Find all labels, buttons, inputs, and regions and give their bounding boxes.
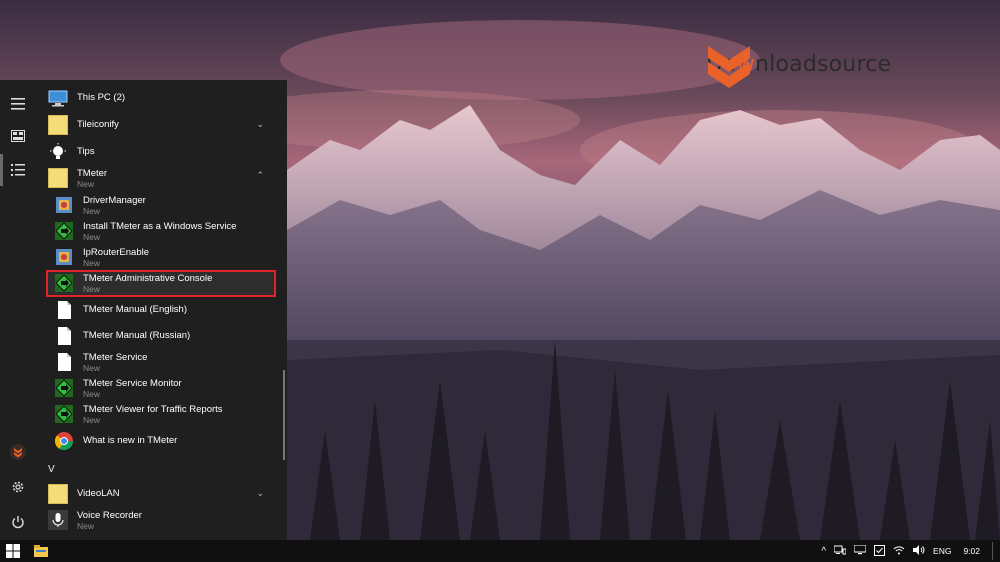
- new-badge: New: [83, 389, 101, 399]
- item-label: DriverManager: [83, 195, 146, 206]
- folder-icon: [48, 168, 68, 188]
- start-menu: This PC (2) Tileiconify ⌄ Tips TMeter Ne…: [0, 80, 287, 540]
- document-icon: [54, 326, 74, 346]
- list-item[interactable]: TMeter Service New: [54, 352, 284, 374]
- list-item[interactable]: TMeter Service Monitor New: [54, 378, 284, 400]
- list-item[interactable]: VideoLAN ⌄: [48, 484, 278, 504]
- list-item[interactable]: DriverManager New: [54, 195, 284, 217]
- list-item[interactable]: TMeter Manual (Russian): [54, 326, 284, 346]
- item-label: TMeter Service: [83, 352, 148, 363]
- folder-icon: [48, 484, 68, 504]
- document-icon: [54, 352, 74, 372]
- scrollbar[interactable]: [283, 370, 285, 460]
- microphone-icon: [48, 510, 68, 530]
- list-item[interactable]: TMeter Viewer for Traffic Reports New: [54, 404, 284, 426]
- wifi-icon[interactable]: [893, 545, 905, 557]
- display-icon[interactable]: [853, 544, 867, 557]
- item-label: TMeter: [77, 168, 108, 179]
- list-item[interactable]: Voice Recorder New: [48, 510, 278, 532]
- active-indicator: [0, 154, 3, 186]
- item-label: TMeter Administrative Console: [83, 273, 213, 284]
- notification-icon[interactable]: [874, 544, 886, 558]
- chevron-up-icon[interactable]: ^: [821, 546, 826, 557]
- new-badge: New: [83, 232, 101, 242]
- list-item[interactable]: IpRouterEnable New: [54, 247, 284, 269]
- chevron-up-icon[interactable]: ⌃: [256, 170, 264, 181]
- document-icon: [54, 300, 74, 320]
- taskbar: ^ ENG 9:02: [0, 540, 1000, 562]
- item-label: Install TMeter as a Windows Service: [83, 221, 237, 232]
- chevron-down-icon[interactable]: ⌄: [256, 119, 264, 130]
- new-badge: New: [83, 363, 101, 373]
- item-label: TMeter Service Monitor: [83, 378, 182, 389]
- list-item-selected[interactable]: TMeter Administrative Console New: [54, 273, 284, 295]
- tmeter-icon: [54, 273, 74, 293]
- chevron-logo-icon: [708, 46, 750, 88]
- downloadsource-user-icon[interactable]: [8, 442, 28, 462]
- chrome-icon: [54, 431, 74, 451]
- power-icon[interactable]: [8, 512, 28, 532]
- list-item[interactable]: TMeter New ⌃: [48, 168, 278, 190]
- settings-icon[interactable]: [8, 477, 28, 497]
- chevron-down-icon[interactable]: ⌄: [256, 488, 264, 499]
- network-status-icon[interactable]: [833, 545, 847, 557]
- item-label: This PC (2): [77, 92, 126, 103]
- list-item[interactable]: TMeter Manual (English): [54, 300, 284, 320]
- item-label: Voice Recorder: [77, 510, 142, 521]
- new-badge: New: [83, 258, 101, 268]
- clock[interactable]: 9:02: [959, 546, 984, 556]
- item-label: TMeter Manual (Russian): [83, 330, 191, 341]
- new-badge: New: [77, 179, 95, 189]
- item-label: IpRouterEnable: [83, 247, 150, 258]
- new-badge: New: [83, 415, 101, 425]
- tmeter-icon: [54, 378, 74, 398]
- start-rail: [0, 80, 36, 540]
- list-item[interactable]: What is new in TMeter: [54, 431, 284, 451]
- all-apps-icon[interactable]: [8, 160, 28, 180]
- router-icon: [54, 247, 74, 267]
- downloadsource-logo: Downloadsource: [706, 44, 891, 88]
- new-badge: New: [83, 206, 101, 216]
- file-explorer-icon[interactable]: [34, 544, 48, 562]
- list-item[interactable]: Tileiconify ⌄: [48, 115, 278, 135]
- group-letter[interactable]: V: [48, 464, 55, 475]
- tmeter-icon: [54, 404, 74, 424]
- volume-icon[interactable]: [913, 545, 925, 557]
- new-badge: New: [77, 521, 95, 531]
- item-label: TMeter Manual (English): [83, 304, 188, 315]
- new-badge: New: [83, 284, 101, 294]
- windows-start-icon[interactable]: [6, 544, 20, 562]
- lightbulb-icon: [48, 142, 68, 162]
- tiles-icon[interactable]: [8, 126, 28, 146]
- folder-icon: [48, 115, 68, 135]
- list-item[interactable]: Tips: [48, 142, 278, 162]
- driver-manager-icon: [54, 195, 74, 215]
- item-label: TMeter Viewer for Traffic Reports: [83, 404, 223, 415]
- language-indicator[interactable]: ENG: [933, 546, 951, 556]
- show-desktop-button[interactable]: [992, 542, 994, 560]
- list-item[interactable]: This PC (2): [48, 88, 278, 108]
- this-pc-icon: [48, 88, 68, 108]
- item-label: Tips: [77, 146, 95, 157]
- system-tray: ^ ENG 9:02: [821, 540, 994, 562]
- item-label: Tileiconify: [77, 119, 119, 130]
- hamburger-menu-icon[interactable]: [8, 94, 28, 114]
- list-item[interactable]: Install TMeter as a Windows Service New: [54, 221, 284, 243]
- app-list: This PC (2) Tileiconify ⌄ Tips TMeter Ne…: [36, 80, 287, 540]
- item-label: VideoLAN: [77, 488, 120, 499]
- item-label: What is new in TMeter: [83, 435, 178, 446]
- tmeter-icon: [54, 221, 74, 241]
